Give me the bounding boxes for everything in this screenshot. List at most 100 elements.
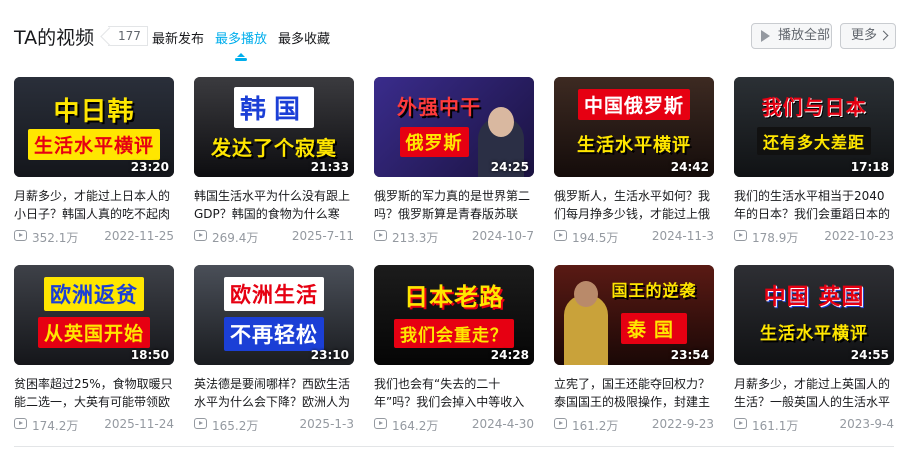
publish-date: 2024-11-3 bbox=[651, 229, 714, 243]
video-title[interactable]: 贫困率超过25%，食物取暖只能二选一，大英有可能带领欧 bbox=[14, 375, 174, 411]
video-meta: 161.1万 2023-9-4 bbox=[734, 417, 894, 433]
publish-date: 2022-11-25 bbox=[104, 229, 174, 243]
chevron-right-icon bbox=[878, 30, 889, 41]
publish-date: 2022-10-23 bbox=[824, 229, 894, 243]
play-count-icon bbox=[554, 418, 567, 429]
more-label: 更多 bbox=[851, 28, 878, 43]
thumbnail-title: 外强中干 bbox=[397, 95, 481, 119]
video-meta: 164.2万 2024-4-30 bbox=[374, 417, 534, 433]
video-title[interactable]: 月薪多少，才能过上英国人的生活？一般英国人的生活水平 bbox=[734, 375, 894, 411]
video-duration: 24:55 bbox=[850, 348, 889, 362]
play-count-icon bbox=[14, 230, 27, 241]
play-all-button[interactable]: 播放全部 bbox=[751, 23, 832, 49]
play-count-icon bbox=[194, 418, 207, 429]
publish-date: 2025-11-24 bbox=[104, 417, 174, 431]
video-count: 177 bbox=[118, 29, 141, 43]
view-count: 194.5万 bbox=[572, 231, 619, 245]
view-count: 352.1万 bbox=[32, 231, 79, 245]
publish-date: 2025-1-3 bbox=[299, 417, 354, 431]
video-duration: 21:33 bbox=[310, 160, 349, 174]
video-meta: 352.1万 2022-11-25 bbox=[14, 229, 174, 245]
thumbnail-title: 中国俄罗斯 bbox=[577, 89, 690, 120]
video-duration: 24:42 bbox=[670, 160, 709, 174]
video-thumbnail[interactable]: 欧洲生活 不再轻松 23:10 bbox=[194, 265, 354, 365]
play-count-icon bbox=[734, 418, 747, 429]
play-count-icon bbox=[194, 230, 207, 241]
thumbnail-title: 中日韩 bbox=[53, 97, 135, 127]
view-count: 269.4万 bbox=[212, 231, 259, 245]
publish-date: 2022-9-23 bbox=[651, 417, 714, 431]
video-title[interactable]: 俄罗斯的军力真的是世界第二吗？俄罗斯算是青春版苏联 bbox=[374, 187, 534, 223]
video-meta: 269.4万 2025-7-11 bbox=[194, 229, 354, 245]
tab-most-played[interactable]: 最多播放 bbox=[215, 28, 267, 61]
tab-latest[interactable]: 最新发布 bbox=[152, 28, 204, 47]
thumbnail-title: 中国 英国 bbox=[763, 285, 865, 310]
video-count-badge: 177 bbox=[108, 26, 148, 46]
more-button[interactable]: 更多 bbox=[840, 23, 896, 49]
video-duration: 17:18 bbox=[850, 160, 889, 174]
section-divider bbox=[14, 446, 894, 447]
thumbnail-subtitle: 生活水平横评 bbox=[27, 129, 160, 160]
video-duration: 24:28 bbox=[490, 348, 529, 362]
thumbnail-title: 日本老路 bbox=[404, 283, 504, 311]
play-count-icon bbox=[734, 230, 747, 241]
thumbnail-subtitle: 从英国开始 bbox=[37, 317, 150, 348]
video-thumbnail[interactable]: 中国俄罗斯 生活水平横评 24:42 bbox=[554, 77, 714, 177]
section-title: TA的视频 bbox=[14, 27, 95, 49]
video-thumbnail[interactable]: 国王的逆袭 泰国 23:54 bbox=[554, 265, 714, 365]
publish-date: 2024-4-30 bbox=[471, 417, 534, 431]
video-title[interactable]: 我们的生活水平相当于2040年的日本？我们会重蹈日本的 bbox=[734, 187, 894, 223]
video-meta: 178.9万 2022-10-23 bbox=[734, 229, 894, 245]
thumbnail-title: 我们与日本 bbox=[761, 95, 867, 119]
thumbnail-title: 国王的逆袭 bbox=[611, 281, 697, 300]
video-duration: 23:10 bbox=[310, 348, 349, 362]
video-list-header: TA的视频 177 最新发布 最多播放 最多收藏 播放全部 更多 bbox=[14, 20, 896, 61]
video-thumbnail[interactable]: 日本老路 我们会重走？ 24:28 bbox=[374, 265, 534, 365]
video-thumbnail[interactable]: 欧洲返贫 从英国开始 18:50 bbox=[14, 265, 174, 365]
video-title[interactable]: 韩国生活水平为什么没有跟上GDP？韩国的食物为什么寒 bbox=[194, 187, 354, 223]
publish-date: 2024-10-7 bbox=[471, 229, 534, 243]
play-count-icon bbox=[554, 230, 567, 241]
thumbnail-title: 欧洲生活 bbox=[224, 277, 324, 311]
play-all-label: 播放全部 bbox=[778, 28, 831, 43]
thumbnail-subtitle: 发达了个寂寞 bbox=[211, 136, 337, 160]
view-count: 165.2万 bbox=[212, 419, 259, 433]
video-meta: 213.3万 2024-10-7 bbox=[374, 229, 534, 245]
thumbnail-subtitle: 俄罗斯 bbox=[399, 127, 469, 157]
video-thumbnail[interactable]: 我们与日本 还有多大差距 17:18 bbox=[734, 77, 894, 177]
thumbnail-subtitle: 不再轻松 bbox=[224, 317, 324, 351]
view-count: 174.2万 bbox=[32, 419, 79, 433]
video-thumbnail[interactable]: 韩国 发达了个寂寞 21:33 bbox=[194, 77, 354, 177]
video-duration: 18:50 bbox=[130, 348, 169, 362]
thumbnail-subtitle: 我们会重走？ bbox=[394, 319, 514, 348]
video-thumbnail[interactable]: 中日韩 生活水平横评 23:20 bbox=[14, 77, 174, 177]
video-title[interactable]: 月薪多少，才能过上日本人的小日子？韩国人真的吃不起肉 bbox=[14, 187, 174, 223]
tab-most-favorited[interactable]: 最多收藏 bbox=[278, 28, 330, 47]
video-meta: 161.2万 2022-9-23 bbox=[554, 417, 714, 433]
video-title[interactable]: 俄罗斯人，生活水平如何？我们每月挣多少钱，才能过上俄 bbox=[554, 187, 714, 223]
video-meta: 194.5万 2024-11-3 bbox=[554, 229, 714, 245]
video-thumbnail[interactable]: 中国 英国 生活水平横评 24:55 bbox=[734, 265, 894, 365]
play-icon bbox=[761, 30, 770, 42]
video-title[interactable]: 立宪了，国王还能夺回权力？泰国国王的极限操作，封建主 bbox=[554, 375, 714, 411]
publish-date: 2023-9-4 bbox=[839, 417, 894, 431]
view-count: 213.3万 bbox=[392, 231, 439, 245]
thumbnail-subtitle: 生活水平横评 bbox=[760, 324, 868, 344]
thumbnail-subtitle: 生活水平横评 bbox=[577, 135, 691, 156]
video-thumbnail[interactable]: 外强中干 俄罗斯 24:25 bbox=[374, 77, 534, 177]
view-count: 164.2万 bbox=[392, 419, 439, 433]
video-duration: 23:20 bbox=[130, 160, 169, 174]
play-count-icon bbox=[374, 230, 387, 241]
view-count: 161.1万 bbox=[752, 419, 799, 433]
play-count-icon bbox=[14, 418, 27, 429]
thumbnail-title: 欧洲返贫 bbox=[44, 277, 144, 311]
play-count-icon bbox=[374, 418, 387, 429]
thumbnail-subtitle: 还有多大差距 bbox=[756, 127, 871, 155]
video-title[interactable]: 我们也会有“失去的二十年”吗？我们会掉入中等收入陷阱 bbox=[374, 375, 534, 411]
thumbnail-subtitle: 泰国 bbox=[620, 313, 687, 344]
publish-date: 2025-7-11 bbox=[291, 229, 354, 243]
video-meta: 174.2万 2025-11-24 bbox=[14, 417, 174, 433]
thumbnail-title: 韩国 bbox=[233, 87, 314, 128]
video-meta: 165.2万 2025-1-3 bbox=[194, 417, 354, 433]
video-title[interactable]: 英法德是要闹哪样？西欧生活水平为什么会下降？欧洲人为 bbox=[194, 375, 354, 411]
